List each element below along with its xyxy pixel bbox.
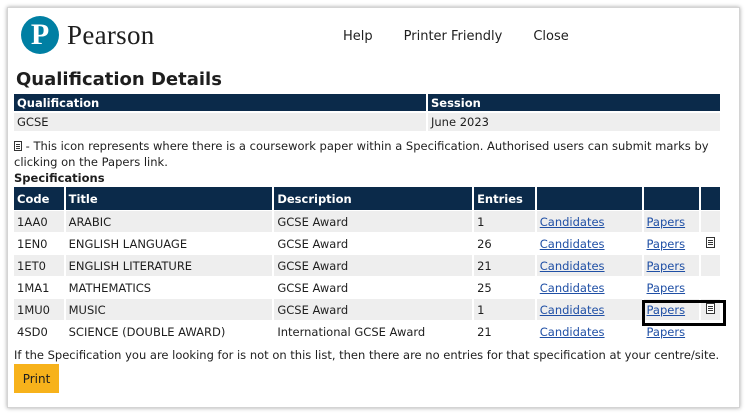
spec-candidates-cell: Candidates <box>535 254 644 277</box>
spec-header-row: Code Title Description Entries <box>14 187 722 211</box>
help-link[interactable]: Help <box>343 29 373 44</box>
spec-title-cell: MATHEMATICS <box>64 276 275 299</box>
spec-table-row: 1MU0 MUSIC GCSE Award 1 Candidates Papers <box>14 298 722 321</box>
close-link[interactable]: Close <box>533 29 568 44</box>
session-value: June 2023 <box>427 111 722 131</box>
spec-description-cell: GCSE Award <box>273 298 475 321</box>
spec-table-row: 4SD0 SCIENCE (DOUBLE AWARD) International … <box>14 320 722 342</box>
spec-code-cell: 4SD0 <box>14 320 66 342</box>
spec-title-cell: ENGLISH LANGUAGE <box>64 232 275 255</box>
coursework-note: - This icon represents where there is a … <box>14 138 726 170</box>
papers-link[interactable]: Papers <box>647 325 686 339</box>
qualification-table: Qualification Session GCSE June 2023 <box>14 94 722 131</box>
spec-candidates-cell: Candidates <box>535 232 644 255</box>
spec-code-cell: 1MA1 <box>14 276 66 299</box>
spec-papers-cell: Papers <box>642 210 702 233</box>
spec-code-cell: 1ET0 <box>14 254 66 277</box>
spec-entries-cell: 21 <box>473 254 537 277</box>
papers-link[interactable]: Papers <box>647 259 686 273</box>
spec-table-row: 1MA1 MATHEMATICS GCSE Award 25 Candidates Pap… <box>14 276 722 299</box>
coursework-note-text: - This icon represents where there is a … <box>14 139 709 169</box>
pearson-logo[interactable]: P Pearson <box>21 16 155 54</box>
printer-friendly-link[interactable]: Printer Friendly <box>404 29 503 44</box>
session-header: Session <box>427 94 722 112</box>
spec-coursework-cell <box>700 210 722 233</box>
no-entries-note: If the Specification you are looking for… <box>14 348 720 362</box>
coursework-document-icon <box>706 236 716 248</box>
spec-code-cell: 1EN0 <box>14 232 66 255</box>
entries-header: Entries <box>473 187 537 211</box>
papers-header <box>642 187 702 211</box>
spec-table-row: 1EN0 ENGLISH LANGUAGE GCSE Award 26 Candidat… <box>14 232 722 255</box>
spec-candidates-cell: Candidates <box>535 320 644 342</box>
specifications-table: Code Title Description Entries 1AA0 ARABI… <box>14 187 722 342</box>
candidates-link[interactable]: Candidates <box>540 303 605 317</box>
coursework-header <box>700 187 722 211</box>
spec-description-cell: International GCSE Award <box>273 320 475 342</box>
spec-title-cell: ARABIC <box>64 210 275 233</box>
candidates-link[interactable]: Candidates <box>540 215 605 229</box>
coursework-document-icon <box>14 141 22 151</box>
spec-table-row: 1AA0 ARABIC GCSE Award 1 Candidates Papers <box>14 210 722 233</box>
specifications-heading: Specifications <box>14 171 105 185</box>
candidates-link[interactable]: Candidates <box>540 281 605 295</box>
candidates-link[interactable]: Candidates <box>540 325 605 339</box>
spec-table-body: 1AA0 ARABIC GCSE Award 1 Candidates Papers 1EN… <box>14 210 722 342</box>
description-header: Description <box>273 187 475 211</box>
spec-coursework-cell <box>700 232 722 255</box>
spec-coursework-cell <box>700 254 722 277</box>
spec-code-cell: 1AA0 <box>14 210 66 233</box>
qualification-value: GCSE <box>14 111 428 131</box>
spec-papers-cell: Papers <box>642 254 702 277</box>
papers-link[interactable]: Papers <box>647 215 686 229</box>
papers-highlight-box <box>642 300 726 326</box>
spec-coursework-cell <box>700 276 722 299</box>
candidates-link[interactable]: Candidates <box>540 237 605 251</box>
spec-title-cell: SCIENCE (DOUBLE AWARD) <box>64 320 275 342</box>
spec-description-cell: GCSE Award <box>273 254 475 277</box>
code-header: Code <box>14 187 66 211</box>
spec-code-cell: 1MU0 <box>14 298 66 321</box>
pearson-logo-icon: P <box>21 16 59 54</box>
spec-description-cell: GCSE Award <box>273 232 475 255</box>
spec-entries-cell: 1 <box>473 210 537 233</box>
spec-candidates-cell: Candidates <box>535 210 644 233</box>
candidates-header <box>535 187 644 211</box>
logo-letter: P <box>30 18 50 51</box>
spec-title-cell: ENGLISH LITERATURE <box>64 254 275 277</box>
page-title: Qualification Details <box>16 69 222 90</box>
spec-papers-cell: Papers <box>642 276 702 299</box>
spec-title-cell: MUSIC <box>64 298 275 321</box>
print-button[interactable]: Print <box>14 364 59 393</box>
papers-link[interactable]: Papers <box>647 237 686 251</box>
qualification-header: Qualification <box>14 94 428 112</box>
spec-candidates-cell: Candidates <box>535 276 644 299</box>
logo-wordmark: Pearson <box>67 19 155 50</box>
qualification-header-row: Qualification Session <box>14 94 722 112</box>
spec-entries-cell: 26 <box>473 232 537 255</box>
papers-link[interactable]: Papers <box>647 281 686 295</box>
candidates-link[interactable]: Candidates <box>540 259 605 273</box>
spec-table-row: 1ET0 ENGLISH LITERATURE GCSE Award 21 Candid… <box>14 254 722 277</box>
spec-papers-cell: Papers <box>642 232 702 255</box>
spec-candidates-cell: Candidates <box>535 298 644 321</box>
spec-description-cell: GCSE Award <box>273 276 475 299</box>
spec-description-cell: GCSE Award <box>273 210 475 233</box>
spec-entries-cell: 1 <box>473 298 537 321</box>
qualification-value-row: GCSE June 2023 <box>14 111 722 131</box>
spec-entries-cell: 21 <box>473 320 537 342</box>
spec-entries-cell: 25 <box>473 276 537 299</box>
title-header: Title <box>64 187 275 211</box>
top-nav: Help Printer Friendly Close <box>343 29 569 44</box>
